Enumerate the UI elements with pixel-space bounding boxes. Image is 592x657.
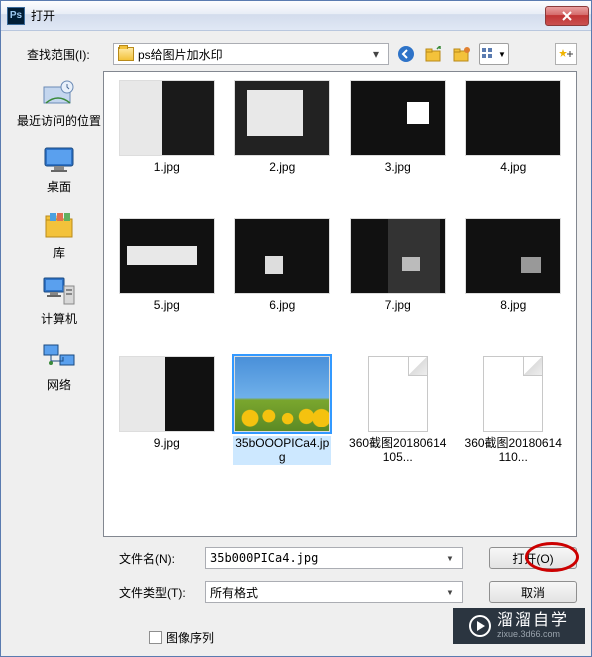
file-name: 5.jpg bbox=[154, 298, 180, 312]
filetype-select[interactable]: 所有格式 ▾ bbox=[205, 581, 463, 603]
file-item[interactable]: 4.jpg bbox=[457, 80, 571, 212]
file-name: 360截图20180614110... bbox=[464, 436, 562, 465]
file-name: 4.jpg bbox=[500, 160, 526, 174]
computer-icon bbox=[41, 275, 77, 307]
file-name: 6.jpg bbox=[269, 298, 295, 312]
file-item[interactable]: 1.jpg bbox=[110, 80, 224, 212]
filetype-label: 文件类型(T): bbox=[119, 584, 205, 601]
sidebar-library[interactable]: 库 bbox=[41, 209, 77, 261]
lookin-label: 查找范围(I): bbox=[27, 46, 107, 63]
sidebar-computer[interactable]: 计算机 bbox=[41, 275, 77, 327]
file-item[interactable]: 360截图20180614105... bbox=[341, 356, 455, 488]
file-item[interactable]: 360截图20180614110... bbox=[457, 356, 571, 488]
file-item[interactable]: 8.jpg bbox=[457, 218, 571, 350]
folder-icon bbox=[118, 47, 134, 61]
sidebar-label: 库 bbox=[53, 244, 65, 261]
sidebar-label: 网络 bbox=[47, 376, 71, 393]
filename-input[interactable]: 35b000PICa4.jpg ▾ bbox=[205, 547, 463, 569]
file-item[interactable]: 3.jpg bbox=[341, 80, 455, 212]
file-item-selected[interactable]: 35bOOOPICa4.jpg bbox=[226, 356, 340, 488]
close-icon bbox=[561, 11, 573, 21]
toolbar-icons: ▼ bbox=[395, 43, 577, 65]
chevron-down-icon: ▾ bbox=[442, 551, 458, 565]
content-area: 最近访问的位置 桌面 库 计算机 网络 bbox=[15, 71, 577, 537]
places-sidebar: 最近访问的位置 桌面 库 计算机 网络 bbox=[15, 71, 103, 537]
file-name: 1.jpg bbox=[154, 160, 180, 174]
generic-file-icon bbox=[483, 356, 543, 432]
file-name: 9.jpg bbox=[154, 436, 180, 450]
star-plus-icon bbox=[559, 48, 573, 60]
play-icon bbox=[469, 615, 491, 637]
generic-file-icon bbox=[368, 356, 428, 432]
cancel-button[interactable]: 取消 bbox=[489, 581, 577, 603]
filetype-row: 文件类型(T): 所有格式 ▾ bbox=[119, 581, 463, 603]
watermark-text: 溜溜自学 bbox=[497, 612, 569, 630]
watermark: 溜溜自学 zixue.3d66.com bbox=[453, 608, 585, 644]
filename-label: 文件名(N): bbox=[119, 550, 205, 567]
titlebar: Ps 打开 bbox=[1, 1, 591, 31]
extra-button[interactable] bbox=[555, 43, 577, 65]
sidebar-desktop[interactable]: 桌面 bbox=[41, 143, 77, 195]
desktop-icon bbox=[41, 143, 77, 175]
file-name: 2.jpg bbox=[269, 160, 295, 174]
file-list[interactable]: 1.jpg 2.jpg 3.jpg 4.jpg 5.jpg 6.jpg 7.jp… bbox=[103, 71, 577, 537]
file-item[interactable]: 2.jpg bbox=[226, 80, 340, 212]
file-name: 8.jpg bbox=[500, 298, 526, 312]
watermark-sub: zixue.3d66.com bbox=[497, 630, 569, 640]
chevron-down-icon: ▼ bbox=[498, 50, 506, 59]
back-button[interactable] bbox=[395, 43, 417, 65]
close-button[interactable] bbox=[545, 6, 589, 26]
file-item[interactable]: 7.jpg bbox=[341, 218, 455, 350]
view-icon bbox=[482, 48, 496, 60]
image-sequence-label: 图像序列 bbox=[166, 629, 214, 646]
file-item[interactable]: 6.jpg bbox=[226, 218, 340, 350]
file-name: 360截图20180614105... bbox=[349, 436, 447, 465]
network-icon bbox=[41, 341, 77, 373]
new-folder-icon bbox=[453, 46, 471, 62]
new-folder-button[interactable] bbox=[451, 43, 473, 65]
sidebar-label: 计算机 bbox=[41, 310, 77, 327]
chevron-down-icon: ▾ bbox=[368, 47, 384, 61]
back-icon bbox=[397, 45, 415, 63]
sidebar-network[interactable]: 网络 bbox=[41, 341, 77, 393]
folder-name: ps给图片加水印 bbox=[138, 46, 364, 63]
recent-icon bbox=[41, 77, 77, 109]
filename-value: 35b000PICa4.jpg bbox=[210, 551, 442, 565]
image-sequence-row: 图像序列 bbox=[149, 629, 463, 646]
photoshop-icon: Ps bbox=[7, 7, 25, 25]
view-menu-button[interactable]: ▼ bbox=[479, 43, 509, 65]
folder-dropdown[interactable]: ps给图片加水印 ▾ bbox=[113, 43, 389, 65]
filetype-value: 所有格式 bbox=[210, 584, 442, 601]
filename-row: 文件名(N): 35b000PICa4.jpg ▾ bbox=[119, 547, 463, 569]
sidebar-label: 桌面 bbox=[47, 178, 71, 195]
file-name: 35bOOOPICa4.jpg bbox=[233, 436, 331, 465]
image-sequence-checkbox[interactable] bbox=[149, 631, 162, 644]
up-button[interactable] bbox=[423, 43, 445, 65]
lookin-row: 查找范围(I): ps给图片加水印 ▾ ▼ bbox=[15, 43, 577, 65]
open-button[interactable]: 打开(O) bbox=[489, 547, 577, 569]
library-icon bbox=[41, 209, 77, 241]
file-name: 3.jpg bbox=[385, 160, 411, 174]
chevron-down-icon: ▾ bbox=[442, 585, 458, 599]
open-dialog: Ps 打开 查找范围(I): ps给图片加水印 ▾ bbox=[0, 0, 592, 657]
sidebar-label: 最近访问的位置 bbox=[17, 112, 101, 129]
file-item[interactable]: 9.jpg bbox=[110, 356, 224, 488]
dialog-title: 打开 bbox=[31, 7, 545, 24]
sidebar-recent[interactable]: 最近访问的位置 bbox=[17, 77, 101, 129]
folder-up-icon bbox=[425, 46, 443, 62]
file-item[interactable]: 5.jpg bbox=[110, 218, 224, 350]
file-name: 7.jpg bbox=[385, 298, 411, 312]
